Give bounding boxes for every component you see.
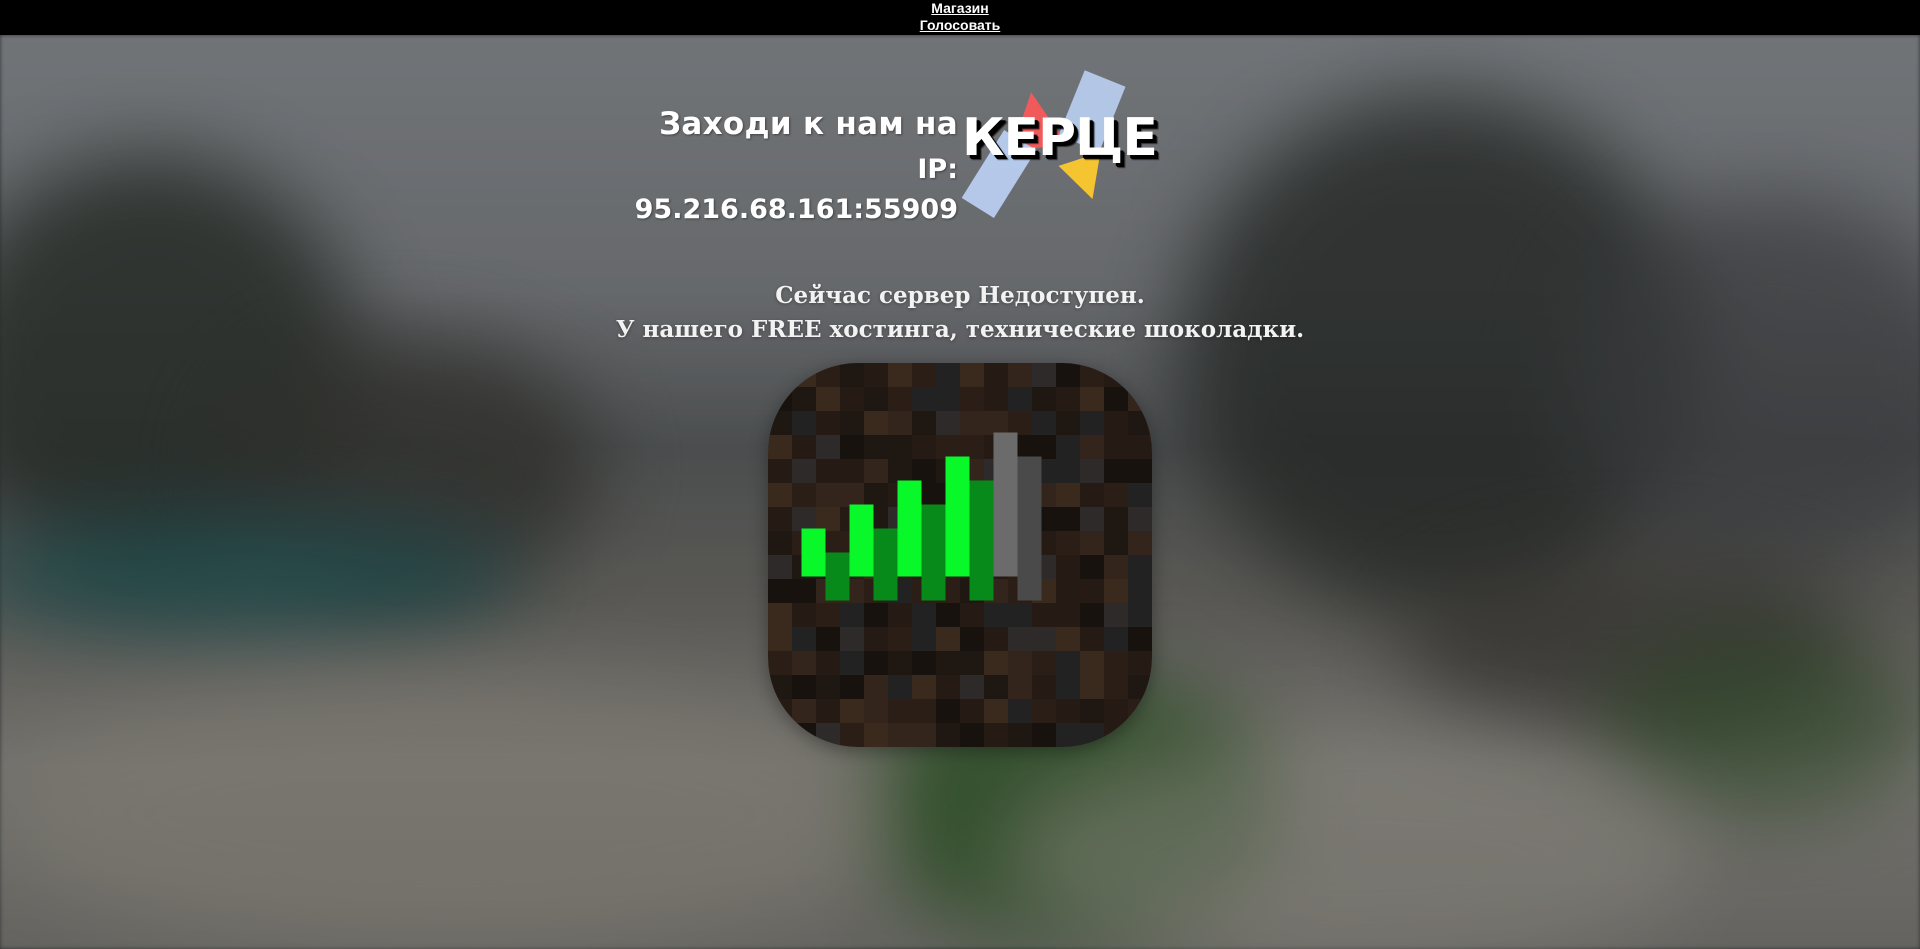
logo-wordmark: КЕРЦЕ	[962, 108, 1158, 168]
status-line-2: У нашего FREE хостинга, технические шоко…	[615, 316, 1305, 343]
shop-link[interactable]: Магазин	[0, 0, 1920, 17]
status-line-1: Сейчас сервер Недоступен.	[775, 282, 1145, 309]
signal-bars-icon	[768, 363, 1152, 747]
server-ip: IP: 95.216.68.161:55909	[634, 154, 958, 225]
vote-link[interactable]: Голосовать	[0, 17, 1920, 34]
hero-text: Заходи к нам на IP: 95.216.68.161:55909	[600, 104, 958, 230]
kerce-logo: КЕРЦЕ	[961, 70, 1172, 218]
hero-title: Заходи к нам на	[659, 106, 958, 142]
top-nav: Магазин Голосовать	[0, 0, 1920, 35]
server-status: Сейчас сервер Недоступен. У нашего FREE …	[0, 279, 1920, 347]
dirt-signal-graphic	[768, 363, 1152, 747]
